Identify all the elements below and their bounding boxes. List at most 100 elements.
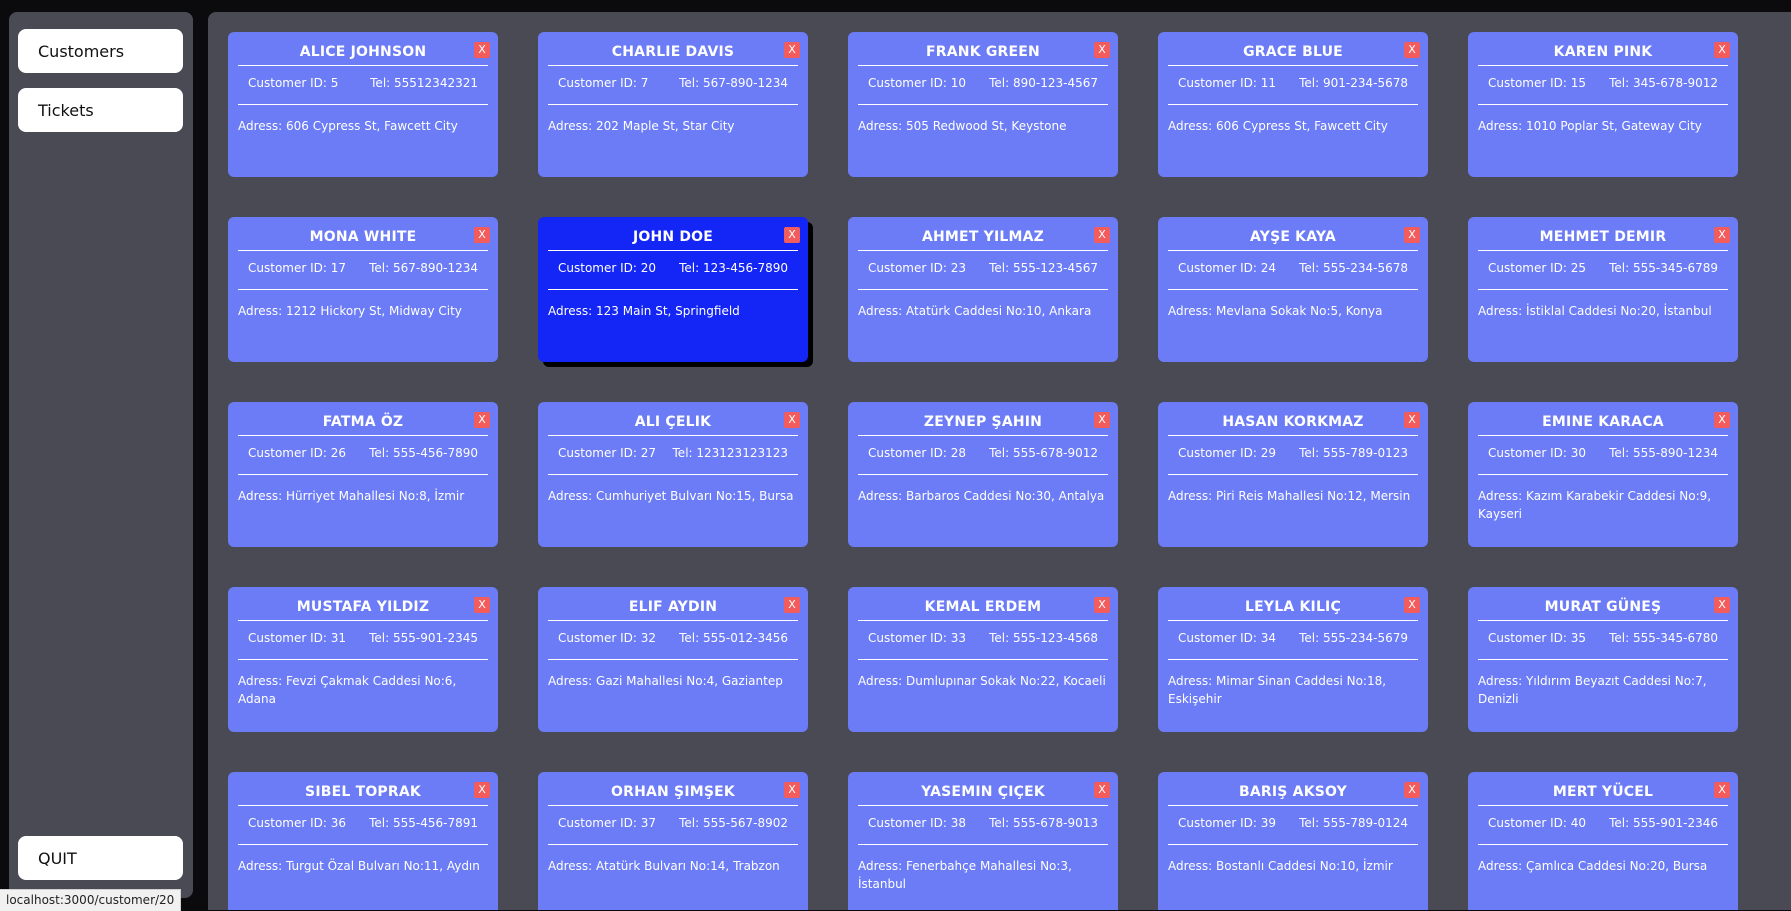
delete-button[interactable]: X — [784, 42, 800, 58]
customer-card[interactable]: HASAN KORKMAZ Customer ID: 29 Tel: 555-7… — [1158, 402, 1428, 547]
customer-card[interactable]: FATMA ÖZ Customer ID: 26 Tel: 555-456-78… — [228, 402, 498, 547]
delete-button[interactable]: X — [1094, 227, 1110, 243]
delete-button[interactable]: X — [474, 227, 490, 243]
customer-card[interactable]: MEHMET DEMIR Customer ID: 25 Tel: 555-34… — [1468, 217, 1738, 362]
customer-name: FATMA ÖZ — [238, 414, 488, 436]
customer-card[interactable]: EMINE KARACA Customer ID: 30 Tel: 555-89… — [1468, 402, 1738, 547]
customer-card[interactable]: AHMET YILMAZ Customer ID: 23 Tel: 555-12… — [848, 217, 1118, 362]
delete-button[interactable]: X — [1094, 782, 1110, 798]
customer-card[interactable]: MONA WHITE Customer ID: 17 Tel: 567-890-… — [228, 217, 498, 362]
customer-address: Adress: Atatürk Bulvarı No:14, Trabzon — [548, 859, 780, 873]
delete-button[interactable]: X — [1094, 412, 1110, 428]
customer-address: Adress: Çamlıca Caddesi No:20, Bursa — [1478, 859, 1708, 873]
customer-card-selected[interactable]: JOHN DOE Customer ID: 20 Tel: 123-456-78… — [538, 217, 808, 362]
delete-button[interactable]: X — [1404, 42, 1420, 58]
delete-button[interactable]: X — [1404, 412, 1420, 428]
customer-address: Adress: İstiklal Caddesi No:20, İstanbul — [1478, 304, 1712, 318]
delete-button[interactable]: X — [784, 412, 800, 428]
customer-address: Adress: Kazım Karabekir Caddesi No:9, Ka… — [1478, 489, 1712, 521]
customer-card[interactable]: ELIF AYDIN Customer ID: 32 Tel: 555-012-… — [538, 587, 808, 732]
tickets-nav-button[interactable]: Tickets — [18, 88, 183, 132]
customer-name: ELIF AYDIN — [548, 599, 798, 621]
customer-address: Adress: 1010 Poplar St, Gateway City — [1478, 119, 1702, 133]
customer-card[interactable]: LEYLA KILIÇ Customer ID: 34 Tel: 555-234… — [1158, 587, 1428, 732]
customer-card[interactable]: CHARLIE DAVIS Customer ID: 7 Tel: 567-89… — [538, 32, 808, 177]
customer-name: KAREN PINK — [1478, 44, 1728, 66]
customer-card[interactable]: KAREN PINK Customer ID: 15 Tel: 345-678-… — [1468, 32, 1738, 177]
customer-card[interactable]: SIBEL TOPRAK Customer ID: 36 Tel: 555-45… — [228, 772, 498, 910]
customer-card[interactable]: GRACE BLUE Customer ID: 11 Tel: 901-234-… — [1158, 32, 1428, 177]
delete-button[interactable]: X — [1404, 227, 1420, 243]
customer-id: Customer ID: 15 — [1488, 76, 1587, 90]
customer-card[interactable]: ZEYNEP ŞAHIN Customer ID: 28 Tel: 555-67… — [848, 402, 1118, 547]
customer-card[interactable]: ALI ÇELIK Customer ID: 27 Tel: 123123123… — [538, 402, 808, 547]
delete-button[interactable]: X — [1094, 597, 1110, 613]
customer-address: Adress: Mevlana Sokak No:5, Konya — [1168, 304, 1383, 318]
customer-name: ORHAN ŞIMŞEK — [548, 784, 798, 806]
delete-button[interactable]: X — [1714, 42, 1730, 58]
customer-id: Customer ID: 27 — [558, 446, 657, 460]
delete-button[interactable]: X — [784, 597, 800, 613]
customer-name: FRANK GREEN — [858, 44, 1108, 66]
delete-button[interactable]: X — [1404, 782, 1420, 798]
customer-card[interactable]: ALICE JOHNSON Customer ID: 5 Tel: 555123… — [228, 32, 498, 177]
customer-card[interactable]: YASEMIN ÇIÇEK Customer ID: 38 Tel: 555-6… — [848, 772, 1118, 910]
delete-button[interactable]: X — [1714, 597, 1730, 613]
delete-button[interactable]: X — [474, 42, 490, 58]
customer-address: Adress: 1212 Hickory St, Midway City — [238, 304, 462, 318]
status-bar-url: localhost:3000/customer/20 — [0, 889, 182, 911]
quit-button[interactable]: QUIT — [18, 836, 183, 880]
customer-id: Customer ID: 32 — [558, 631, 657, 645]
customer-tel: Tel: 555-789-0123 — [1299, 446, 1408, 460]
customer-tel: Tel: 555-901-2346 — [1609, 816, 1718, 830]
delete-button[interactable]: X — [1404, 597, 1420, 613]
delete-button[interactable]: X — [1094, 42, 1110, 58]
delete-button[interactable]: X — [474, 782, 490, 798]
customer-name: AHMET YILMAZ — [858, 229, 1108, 251]
delete-button[interactable]: X — [1714, 412, 1730, 428]
customer-tel: Tel: 555-678-9012 — [989, 446, 1098, 460]
customer-id: Customer ID: 31 — [248, 631, 347, 645]
customer-id: Customer ID: 24 — [1178, 261, 1277, 275]
customer-tel: Tel: 555-567-8902 — [679, 816, 788, 830]
customer-name: YASEMIN ÇIÇEK — [858, 784, 1108, 806]
customer-id: Customer ID: 37 — [558, 816, 657, 830]
customer-tel: Tel: 123-456-7890 — [679, 261, 788, 275]
customer-name: KEMAL ERDEM — [858, 599, 1108, 621]
customer-tel: Tel: 555-456-7891 — [369, 816, 478, 830]
customers-nav-button[interactable]: Customers — [18, 29, 183, 73]
delete-button[interactable]: X — [784, 782, 800, 798]
customer-card[interactable]: AYŞE KAYA Customer ID: 24 Tel: 555-234-5… — [1158, 217, 1428, 362]
delete-button[interactable]: X — [474, 412, 490, 428]
customer-address: Adress: Cumhuriyet Bulvarı No:15, Bursa — [548, 489, 794, 503]
customer-address: Adress: 606 Cypress St, Fawcett City — [1168, 119, 1388, 133]
customer-card[interactable]: FRANK GREEN Customer ID: 10 Tel: 890-123… — [848, 32, 1118, 177]
customer-card[interactable]: ORHAN ŞIMŞEK Customer ID: 37 Tel: 555-56… — [538, 772, 808, 910]
customer-address: Adress: Atatürk Caddesi No:10, Ankara — [858, 304, 1092, 318]
customer-tel: Tel: 555-678-9013 — [989, 816, 1098, 830]
customer-tel: Tel: 555-901-2345 — [369, 631, 478, 645]
customer-card[interactable]: MURAT GÜNEŞ Customer ID: 35 Tel: 555-345… — [1468, 587, 1738, 732]
customer-card[interactable]: KEMAL ERDEM Customer ID: 33 Tel: 555-123… — [848, 587, 1118, 732]
customer-name: ALI ÇELIK — [548, 414, 798, 436]
customer-tel: Tel: 55512342321 — [370, 76, 478, 90]
customer-address: Adress: Gazi Mahallesi No:4, Gaziantep — [548, 674, 783, 688]
customer-address: Adress: Turgut Özal Bulvarı No:11, Aydın — [238, 859, 480, 873]
delete-button[interactable]: X — [474, 597, 490, 613]
customer-card[interactable]: BARIŞ AKSOY Customer ID: 39 Tel: 555-789… — [1158, 772, 1428, 910]
customer-tel: Tel: 555-789-0124 — [1299, 816, 1408, 830]
customer-id: Customer ID: 5 — [248, 76, 339, 90]
customer-id: Customer ID: 7 — [558, 76, 649, 90]
customer-tel: Tel: 555-345-6789 — [1609, 261, 1718, 275]
customer-name: ZEYNEP ŞAHIN — [858, 414, 1108, 436]
delete-button[interactable]: X — [784, 227, 800, 243]
customer-address: Adress: Mimar Sinan Caddesi No:18, Eskiş… — [1168, 674, 1387, 706]
delete-button[interactable]: X — [1714, 227, 1730, 243]
delete-button[interactable]: X — [1714, 782, 1730, 798]
customer-id: Customer ID: 23 — [868, 261, 967, 275]
customer-tel: Tel: 555-345-6780 — [1609, 631, 1718, 645]
customer-card[interactable]: MUSTAFA YILDIZ Customer ID: 31 Tel: 555-… — [228, 587, 498, 732]
customer-id: Customer ID: 33 — [868, 631, 967, 645]
customer-card[interactable]: MERT YÜCEL Customer ID: 40 Tel: 555-901-… — [1468, 772, 1738, 910]
customer-tel: Tel: 555-890-1234 — [1609, 446, 1718, 460]
